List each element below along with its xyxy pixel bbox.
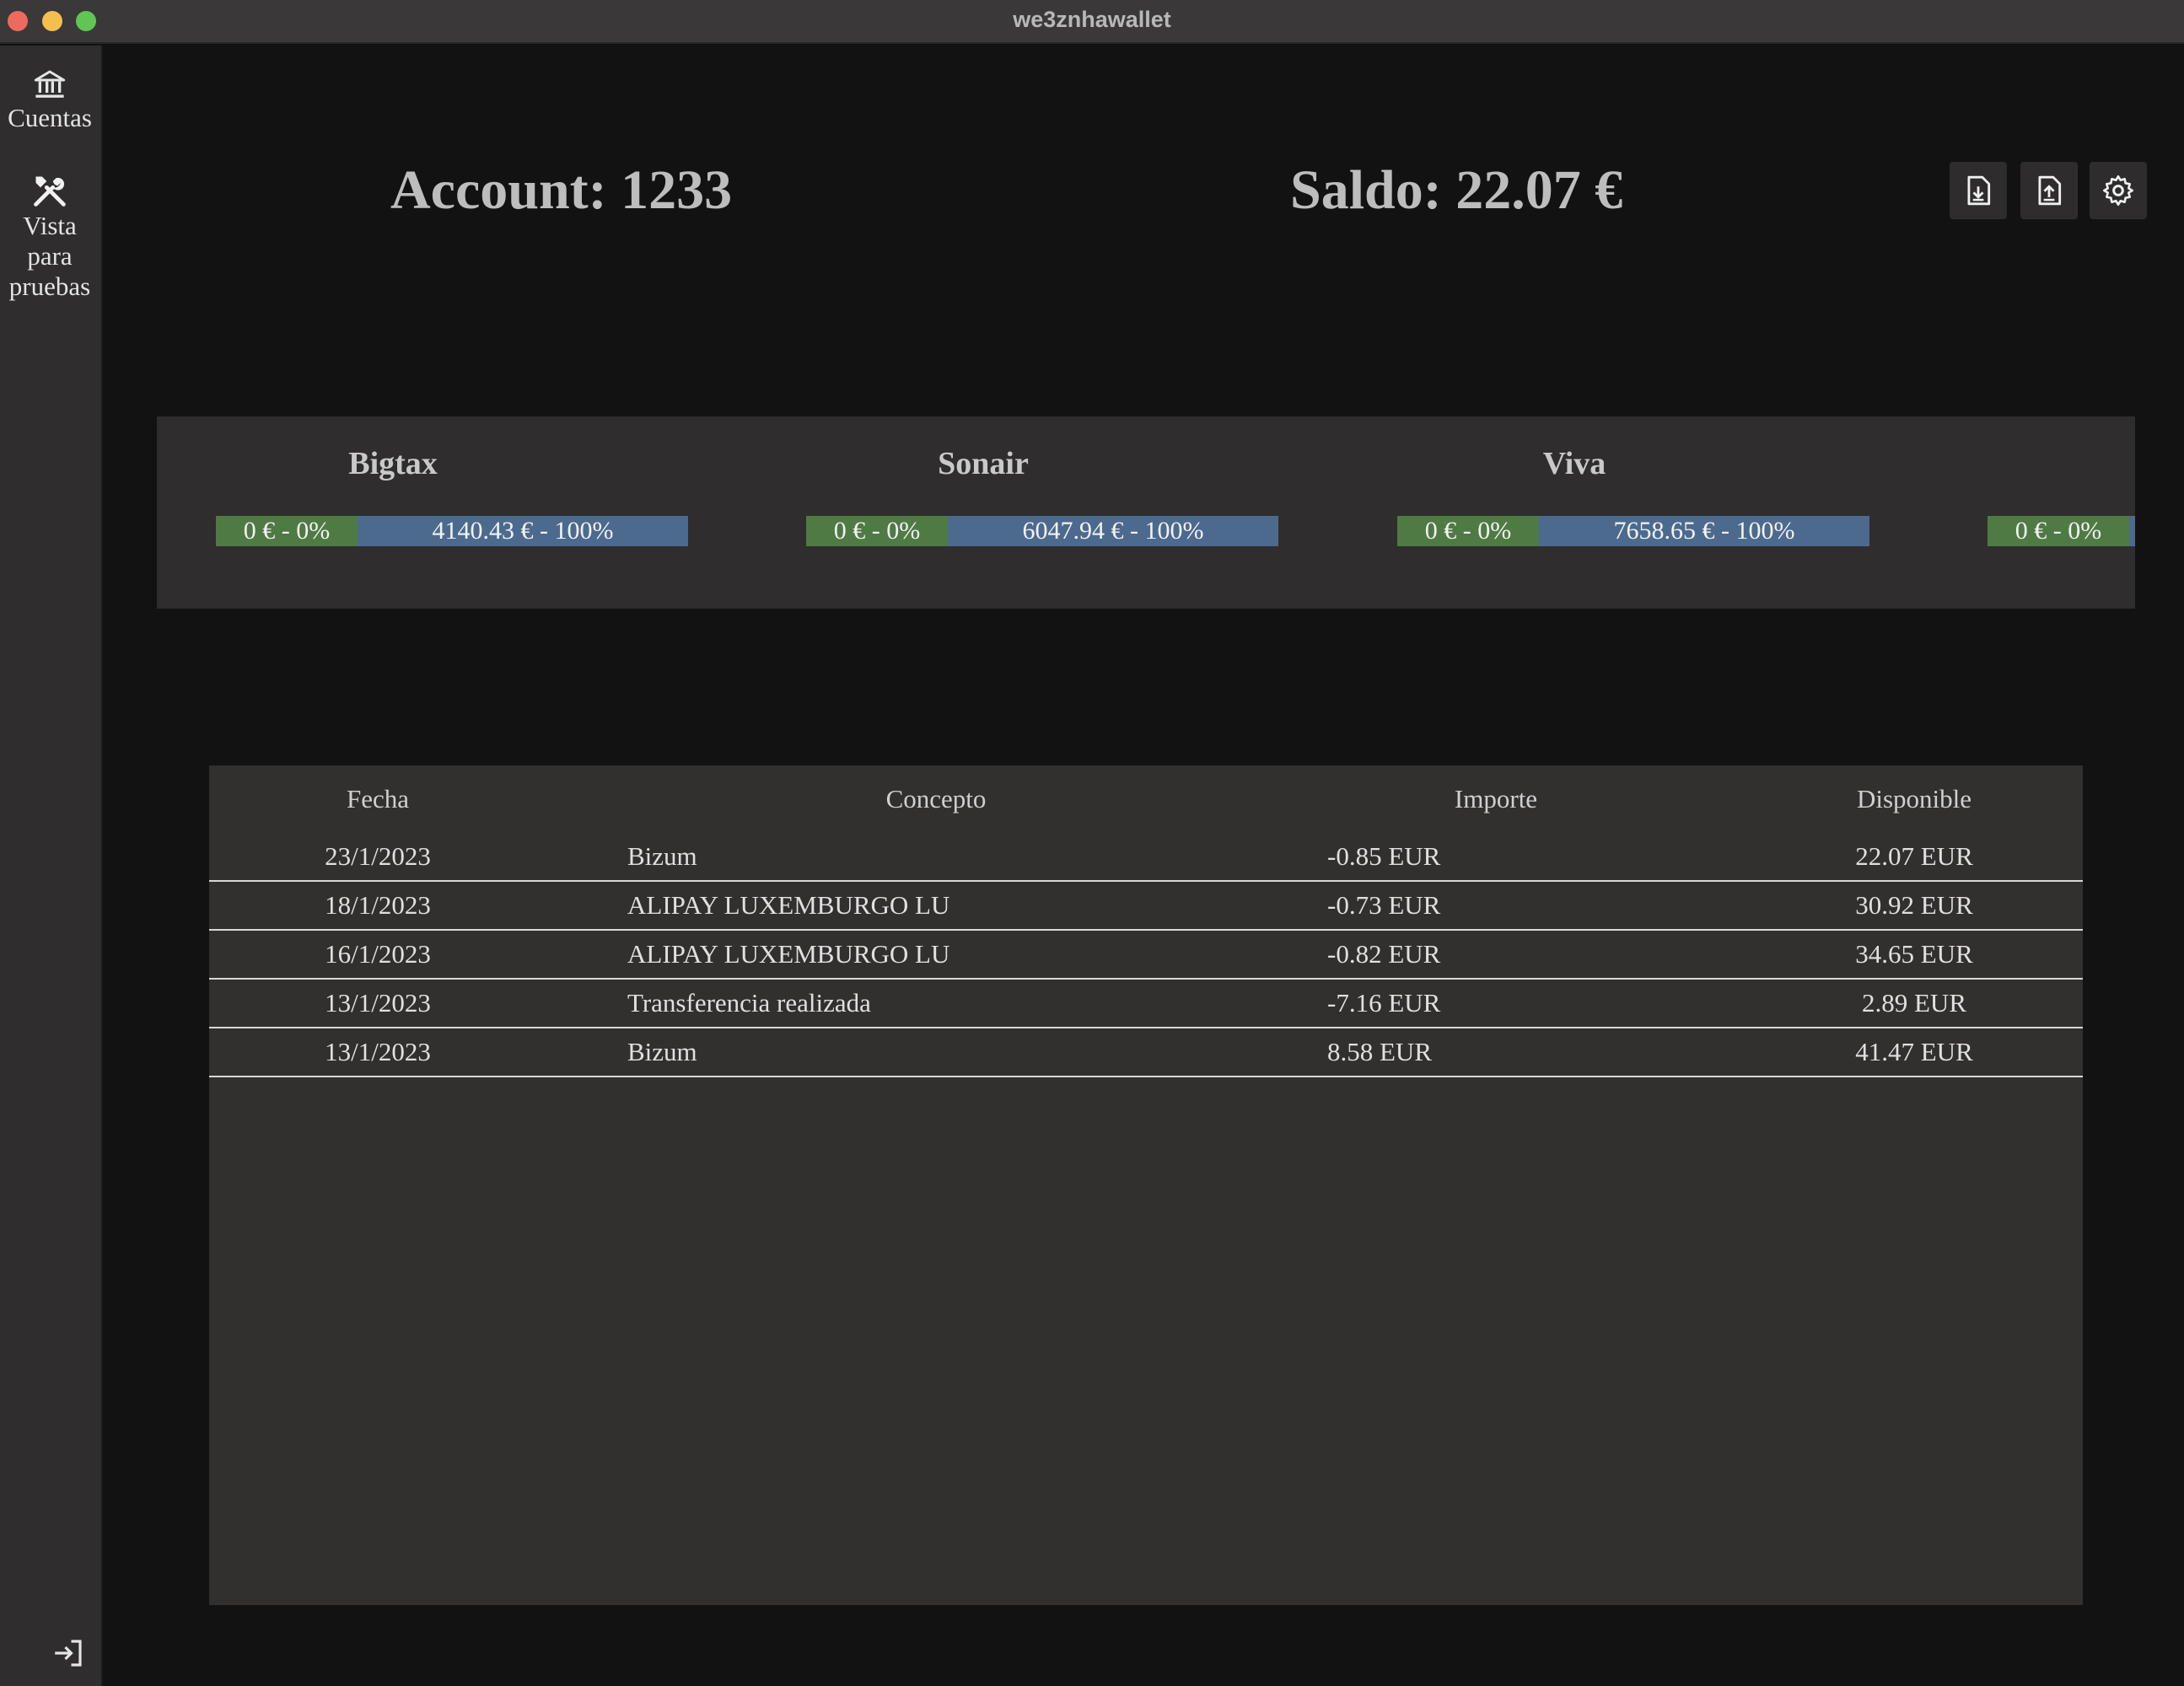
cell-date: 23/1/2023 (325, 841, 431, 871)
bank-icon (34, 70, 66, 98)
budget-remaining-segment (2129, 516, 2135, 546)
table-row[interactable]: 13/1/2023 Transferencia realizada -7.16 … (209, 980, 2083, 1028)
balance-title: Saldo: 22.07 € (1290, 159, 1623, 221)
budget-panel: Bigtax 0 € - 0% 4140.43 € - 100% Sonair … (157, 416, 2135, 609)
budget-remaining-segment: 7658.65 € - 100% (1539, 516, 1869, 546)
sidebar-item-cuentas[interactable]: Cuentas (0, 67, 100, 133)
column-header-concepto[interactable]: Concepto (886, 784, 987, 814)
budget-progress-bar: 0 € - 0% (1988, 516, 2135, 546)
cell-available: 41.47 EUR (1855, 1037, 1973, 1066)
cell-concept: Bizum (627, 841, 697, 871)
cell-concept: ALIPAY LUXEMBURGO LU (627, 939, 950, 969)
budget-spent-segment: 0 € - 0% (216, 516, 358, 546)
cell-concept: Bizum (627, 1037, 697, 1066)
cell-amount: -0.73 EUR (1327, 890, 1441, 920)
table-row[interactable]: 18/1/2023 ALIPAY LUXEMBURGO LU -0.73 EUR… (209, 882, 2083, 931)
budget-card[interactable]: 0 € - 0% (1928, 416, 2135, 609)
export-button[interactable] (2020, 162, 2078, 219)
budget-progress-bar: 0 € - 0% 6047.94 € - 100% (806, 516, 1278, 546)
budget-name: Bigtax (348, 446, 438, 481)
cell-available: 30.92 EUR (1855, 890, 1973, 920)
window-title: we3znhawallet (1013, 7, 1171, 32)
budget-card[interactable]: Viva 0 € - 0% 7658.65 € - 100% (1338, 416, 1869, 609)
cell-available: 2.89 EUR (1862, 988, 1966, 1018)
tools-icon (34, 176, 66, 207)
cell-date: 13/1/2023 (325, 988, 431, 1018)
table-row[interactable]: 23/1/2023 Bizum -0.85 EUR 22.07 EUR (209, 833, 2083, 882)
account-title: Account: 1233 (390, 159, 733, 221)
budget-spent-segment: 0 € - 0% (1397, 516, 1539, 546)
table-row[interactable]: 13/1/2023 Bizum 8.58 EUR 41.47 EUR (209, 1028, 2083, 1077)
cell-amount: 8.58 EUR (1327, 1037, 1432, 1066)
cell-concept: ALIPAY LUXEMBURGO LU (627, 890, 950, 920)
budget-progress-bar: 0 € - 0% 4140.43 € - 100% (216, 516, 688, 546)
cell-date: 18/1/2023 (325, 890, 431, 920)
cell-amount: -7.16 EUR (1327, 988, 1441, 1018)
cell-date: 16/1/2023 (325, 939, 431, 969)
budget-spent-segment: 0 € - 0% (1988, 516, 2129, 546)
budget-progress-bar: 0 € - 0% 7658.65 € - 100% (1397, 516, 1869, 546)
import-button[interactable] (1950, 162, 2007, 219)
table-row[interactable]: 16/1/2023 ALIPAY LUXEMBURGO LU -0.82 EUR… (209, 931, 2083, 980)
settings-button[interactable] (2090, 162, 2147, 219)
app-window: we3znhawallet Cuentas Vista para pruebas (0, 0, 2184, 1686)
transactions-table: Fecha Concepto Importe Disponible 23/1/2… (209, 765, 2083, 1605)
logout-icon (55, 1640, 82, 1667)
sidebar: Cuentas Vista para pruebas (0, 46, 103, 1686)
budget-card[interactable]: Sonair 0 € - 0% 6047.94 € - 100% (747, 416, 1278, 609)
cell-amount: -0.85 EUR (1327, 841, 1441, 871)
cell-date: 13/1/2023 (325, 1037, 431, 1066)
logout-button[interactable] (51, 1635, 86, 1675)
cell-amount: -0.82 EUR (1327, 939, 1441, 969)
cell-available: 22.07 EUR (1855, 841, 1973, 871)
import-icon (1967, 175, 1991, 206)
cell-concept: Transferencia realizada (627, 988, 871, 1018)
budget-name: Sonair (938, 446, 1029, 481)
export-icon (2038, 175, 2062, 206)
budget-spent-segment: 0 € - 0% (806, 516, 948, 546)
sidebar-item-label: Cuentas (8, 103, 92, 132)
title-bar: we3znhawallet (0, 0, 2184, 44)
budget-remaining-segment: 4140.43 € - 100% (358, 516, 688, 546)
cell-available: 34.65 EUR (1855, 939, 1973, 969)
gear-icon (2103, 175, 2133, 207)
budget-card[interactable]: Bigtax 0 € - 0% 4140.43 € - 100% (157, 416, 688, 609)
column-header-disponible[interactable]: Disponible (1857, 784, 1972, 814)
column-header-fecha[interactable]: Fecha (347, 784, 409, 814)
budget-remaining-segment: 6047.94 € - 100% (948, 516, 1278, 546)
budget-name: Viva (1542, 446, 1606, 481)
sidebar-item-label: Vista para pruebas (8, 211, 91, 301)
column-header-importe[interactable]: Importe (1455, 784, 1537, 814)
sidebar-item-vista-para-pruebas[interactable]: Vista para pruebas (0, 172, 100, 302)
